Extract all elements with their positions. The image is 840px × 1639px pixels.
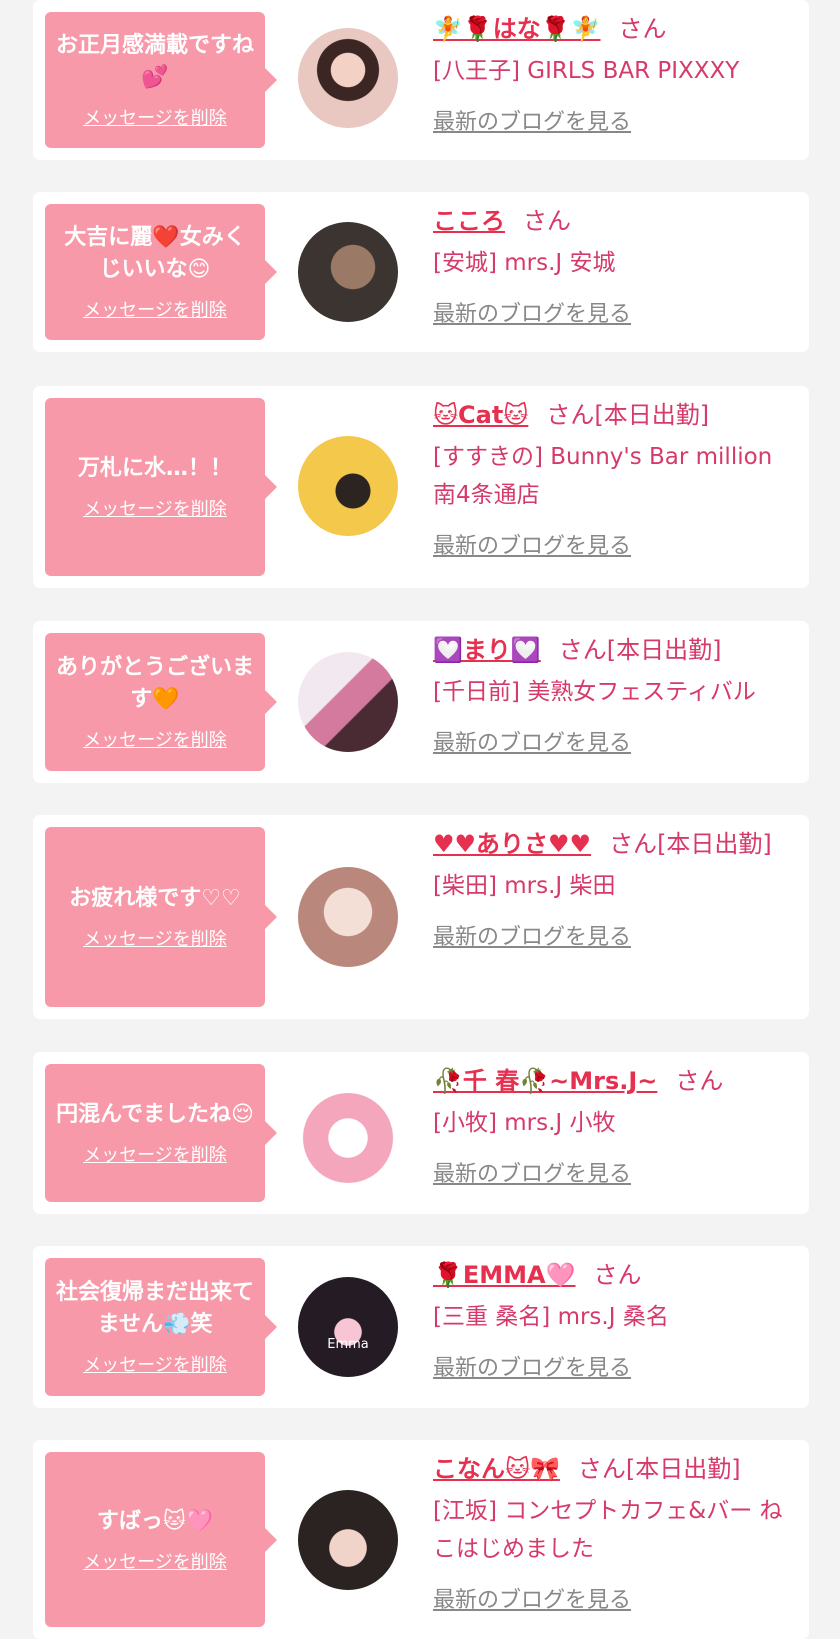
profile-name-link[interactable]: こなん🐱🎀 xyxy=(433,1455,560,1483)
message-text: お疲れ様です♡♡ xyxy=(69,886,241,911)
avatar[interactable] xyxy=(298,436,398,536)
profile-name-link[interactable]: 💟まり💟 xyxy=(433,636,541,664)
avatar[interactable] xyxy=(298,1490,398,1590)
delete-message-link[interactable]: メッセージを削除 xyxy=(83,1351,227,1377)
profile-info: 🐱Cat🐱 さん[本日出勤] [すすきの] Bunny's Bar million… xyxy=(433,398,797,560)
shop-name: [小牧] mrs.J 小牧 xyxy=(433,1110,616,1136)
honorific: さん xyxy=(675,1067,724,1095)
profile-name-link[interactable]: ♥♥ありさ♥♥ xyxy=(433,830,591,858)
avatar[interactable]: Emma xyxy=(298,1277,398,1377)
profile-info: 🧚🌹はな🌹🧚 さん [八王子] GIRLS BAR PIXXXY 最新のブログを見… xyxy=(433,12,797,136)
delete-message-link[interactable]: メッセージを削除 xyxy=(83,296,227,322)
name-line: ♥♥ありさ♥♥ さん[本日出勤] xyxy=(433,827,797,861)
avatar[interactable] xyxy=(298,28,398,128)
message-bubble: 円混んでましたね😌 メッセージを削除 xyxy=(45,1064,277,1202)
avatar[interactable] xyxy=(298,652,398,752)
message-bubble: 大吉に麗❤️女みくじいいな😊 メッセージを削除 xyxy=(45,204,277,340)
name-line: 🌹EMMA🩷 さん xyxy=(433,1258,797,1292)
message-card: 社会復帰まだ出来てません💨笑 メッセージを削除 Emma 🌹EMMA🩷 さん [三… xyxy=(33,1246,809,1408)
latest-blog-link[interactable]: 最新のブログを見る xyxy=(433,1162,631,1187)
shop-name: [八王子] GIRLS BAR PIXXXY xyxy=(433,58,740,84)
message-card: お疲れ様です♡♡ メッセージを削除 ♥♥ありさ♥♥ さん[本日出勤] [柴田] m… xyxy=(33,815,809,1019)
latest-blog-link[interactable]: 最新のブログを見る xyxy=(433,731,631,756)
delete-message-link[interactable]: メッセージを削除 xyxy=(83,1548,227,1574)
profile-name-link[interactable]: 🧚🌹はな🌹🧚 xyxy=(433,15,601,43)
profile-info: 🥀千 春🥀~Mrs.J~ さん [小牧] mrs.J 小牧 最新のブログを見る xyxy=(433,1064,797,1188)
profile-info: こころ さん [安城] mrs.J 安城 最新のブログを見る xyxy=(433,204,797,328)
delete-message-link[interactable]: メッセージを削除 xyxy=(83,726,227,752)
delete-message-link[interactable]: メッセージを削除 xyxy=(83,1141,227,1167)
honorific: さん xyxy=(523,207,571,235)
profile-info: ♥♥ありさ♥♥ さん[本日出勤] [柴田] mrs.J 柴田 最新のブログを見る xyxy=(433,827,797,951)
message-text: 大吉に麗❤️女みくじいいな😊 xyxy=(64,225,246,282)
message-bubble: すばっ🐱🩷 メッセージを削除 xyxy=(45,1452,277,1627)
honorific: さん xyxy=(546,401,595,429)
honorific: さん xyxy=(618,15,667,43)
name-line: 🧚🌹はな🌹🧚 さん xyxy=(433,12,797,46)
name-line: 💟まり💟 さん[本日出勤] xyxy=(433,633,797,667)
honorific: さん xyxy=(558,636,607,664)
shop-name: [すすきの] Bunny's Bar million 南4条通店 xyxy=(433,444,773,508)
status-badge: [本日出勤] xyxy=(606,636,722,664)
profile-info: 🌹EMMA🩷 さん [三重 桑名] mrs.J 桑名 最新のブログを見る xyxy=(433,1258,797,1382)
avatar[interactable] xyxy=(298,867,398,967)
shop-name: [千日前] 美熟女フェスティバル xyxy=(433,679,756,705)
message-text: お正月感満載ですね💕 xyxy=(55,33,254,90)
message-card: 大吉に麗❤️女みくじいいな😊 メッセージを削除 こころ さん [安城] mrs.J… xyxy=(33,192,809,352)
message-text: 円混んでましたね😌 xyxy=(56,1102,254,1127)
profile-name-link[interactable]: 🐱Cat🐱 xyxy=(433,401,528,429)
message-card: ありがとうございます🧡 メッセージを削除 💟まり💟 さん[本日出勤] [千日前] … xyxy=(33,621,809,783)
avatar[interactable] xyxy=(298,222,398,322)
shop-name: [安城] mrs.J 安城 xyxy=(433,250,616,276)
message-bubble: ありがとうございます🧡 メッセージを削除 xyxy=(45,633,277,771)
message-text: ありがとうございます🧡 xyxy=(55,655,254,712)
shop-name: [三重 桑名] mrs.J 桑名 xyxy=(433,1304,669,1330)
shop-name: [柴田] mrs.J 柴田 xyxy=(433,873,616,899)
profile-name-link[interactable]: 🌹EMMA🩷 xyxy=(433,1261,576,1289)
message-card: 万札に水…！！ メッセージを削除 🐱Cat🐱 さん[本日出勤] [すすきの] Bu… xyxy=(33,386,809,588)
message-list: お正月感満載ですね💕 メッセージを削除 🧚🌹はな🌹🧚 さん [八王子] GIRLS… xyxy=(0,0,840,1639)
name-line: こころ さん xyxy=(433,204,797,238)
avatar[interactable] xyxy=(298,1083,398,1183)
delete-message-link[interactable]: メッセージを削除 xyxy=(83,495,227,521)
profile-name-link[interactable]: こころ xyxy=(433,207,505,235)
message-bubble: 社会復帰まだ出来てません💨笑 メッセージを削除 xyxy=(45,1258,277,1396)
message-text: 社会復帰まだ出来てません💨笑 xyxy=(55,1280,254,1337)
latest-blog-link[interactable]: 最新のブログを見る xyxy=(433,534,631,559)
delete-message-link[interactable]: メッセージを削除 xyxy=(83,104,227,130)
name-line: 🥀千 春🥀~Mrs.J~ さん xyxy=(433,1064,797,1098)
message-bubble: 万札に水…！！ メッセージを削除 xyxy=(45,398,277,576)
delete-message-link[interactable]: メッセージを削除 xyxy=(83,925,227,951)
latest-blog-link[interactable]: 最新のブログを見る xyxy=(433,1356,631,1381)
message-card: すばっ🐱🩷 メッセージを削除 こなん🐱🎀 さん[本日出勤] [江坂] コンセプトカ… xyxy=(33,1440,809,1639)
message-card: 円混んでましたね😌 メッセージを削除 🥀千 春🥀~Mrs.J~ さん [小牧] m… xyxy=(33,1052,809,1214)
honorific: さん xyxy=(609,830,658,858)
latest-blog-link[interactable]: 最新のブログを見る xyxy=(433,110,631,135)
profile-info: こなん🐱🎀 さん[本日出勤] [江坂] コンセプトカフェ&バー ねこはじめました … xyxy=(433,1452,797,1614)
avatar-label: Emma xyxy=(327,1337,369,1352)
message-bubble: お疲れ様です♡♡ メッセージを削除 xyxy=(45,827,277,1007)
name-line: 🐱Cat🐱 さん[本日出勤] xyxy=(433,398,797,432)
message-card: お正月感満載ですね💕 メッセージを削除 🧚🌹はな🌹🧚 さん [八王子] GIRLS… xyxy=(33,0,809,160)
profile-info: 💟まり💟 さん[本日出勤] [千日前] 美熟女フェスティバル 最新のブログを見る xyxy=(433,633,797,757)
latest-blog-link[interactable]: 最新のブログを見る xyxy=(433,302,631,327)
latest-blog-link[interactable]: 最新のブログを見る xyxy=(433,1588,631,1613)
honorific: さん xyxy=(577,1455,626,1483)
shop-name: [江坂] コンセプトカフェ&バー ねこはじめました xyxy=(433,1498,783,1562)
latest-blog-link[interactable]: 最新のブログを見る xyxy=(433,925,631,950)
profile-name-link[interactable]: 🥀千 春🥀~Mrs.J~ xyxy=(433,1067,657,1095)
message-text: 万札に水…！！ xyxy=(77,456,232,481)
status-badge: [本日出勤] xyxy=(625,1455,741,1483)
name-line: こなん🐱🎀 さん[本日出勤] xyxy=(433,1452,797,1486)
status-badge: [本日出勤] xyxy=(594,401,710,429)
status-badge: [本日出勤] xyxy=(657,830,772,858)
message-bubble: お正月感満載ですね💕 メッセージを削除 xyxy=(45,12,277,148)
honorific: さん xyxy=(593,1261,642,1289)
message-text: すばっ🐱🩷 xyxy=(96,1508,214,1534)
